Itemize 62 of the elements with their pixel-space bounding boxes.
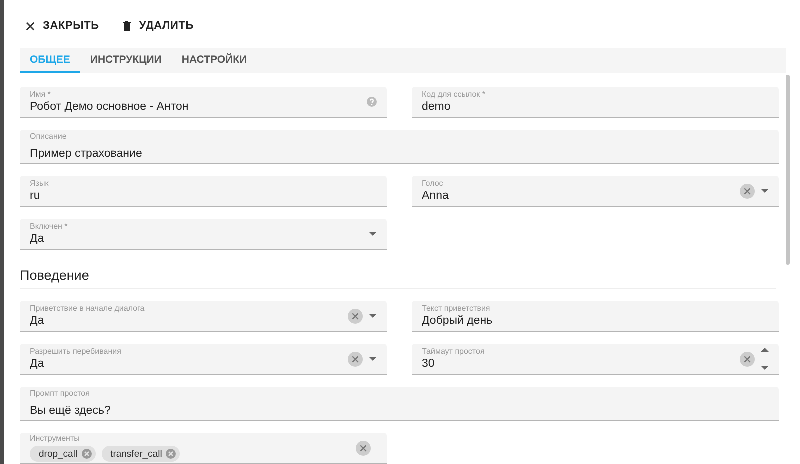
- field-value: Добрый день: [422, 314, 494, 328]
- field-value: Пример страхование: [30, 147, 144, 161]
- field-label: Инструменты: [30, 434, 81, 444]
- field-value: Да: [30, 314, 46, 328]
- tab[interactable]: ИНСТРУКЦИИ: [80, 48, 172, 73]
- field-label: Голос: [422, 179, 444, 189]
- input-field[interactable]: Описание Пример страхование: [20, 130, 779, 164]
- clear-button[interactable]: [356, 440, 371, 456]
- field-label: Приветствие в начале диалога: [30, 304, 146, 314]
- select-field[interactable]: Включен * Да: [20, 219, 387, 250]
- remove-icon[interactable]: [82, 449, 92, 459]
- clear-button[interactable]: [348, 308, 363, 324]
- section-heading: Поведение: [20, 268, 90, 283]
- select-field[interactable]: Голос Anna: [412, 176, 779, 207]
- field-label: Разрешить перебивания: [30, 347, 122, 357]
- field-value: Да: [30, 232, 46, 246]
- clear-button[interactable]: [740, 184, 755, 198]
- input-field[interactable]: Таймаут простоя 30: [412, 344, 779, 375]
- field-value: Робот Демо основное - Антон: [30, 100, 190, 114]
- clear-icon: [360, 444, 367, 452]
- select-field[interactable]: Разрешить перебивания Да: [20, 344, 387, 375]
- input-field[interactable]: Имя * Робот Демо основное - Антон: [20, 87, 387, 118]
- dropdown-caret-icon[interactable]: [369, 314, 377, 318]
- clear-icon: [352, 356, 359, 362]
- input-field[interactable]: Промпт простоя Вы ещё здесь?: [20, 387, 779, 421]
- select-field[interactable]: Приветствие в начале диалога Да: [20, 301, 387, 332]
- field-value: Да: [30, 357, 46, 371]
- input-field[interactable]: Язык ru: [20, 176, 387, 207]
- field-label: Таймаут простоя: [422, 347, 486, 357]
- spinner-icon[interactable]: [761, 348, 769, 370]
- close-icon: [26, 22, 35, 30]
- field-label: Промпт простоя: [30, 389, 91, 399]
- clear-button[interactable]: [740, 352, 755, 366]
- dropdown-caret-icon[interactable]: [369, 357, 377, 361]
- input-field[interactable]: Текст приветствия Добрый день: [412, 301, 779, 332]
- field-value: 30: [422, 357, 436, 371]
- field-label: Имя *: [30, 90, 52, 100]
- tag-chip[interactable]: transfer_call: [102, 446, 180, 462]
- clear-button[interactable]: [348, 352, 363, 366]
- dropdown-caret-icon[interactable]: [369, 232, 377, 236]
- tab[interactable]: НАСТРОЙКИ: [172, 48, 258, 73]
- clear-icon: [352, 312, 359, 320]
- field-value: ru: [30, 189, 42, 203]
- trash-icon: [123, 21, 132, 31]
- remove-icon[interactable]: [166, 449, 176, 459]
- field-label: Код для ссылок *: [422, 90, 487, 100]
- field-label: Текст приветствия: [422, 304, 492, 314]
- field-label: Включен *: [30, 222, 69, 232]
- dropdown-caret-icon[interactable]: [761, 189, 769, 193]
- field-value: demo: [422, 100, 452, 114]
- clear-icon: [744, 356, 751, 362]
- field-label: Описание: [30, 132, 68, 142]
- scrollbar-thumb[interactable]: [786, 75, 790, 265]
- close-button[interactable]: ЗАКРЫТЬ: [20, 16, 106, 36]
- input-field[interactable]: Инструменты drop_call transfer_call: [20, 433, 387, 464]
- field-value: Вы ещё здесь?: [30, 404, 112, 418]
- field-value: Anna: [422, 189, 450, 203]
- field-label: Язык: [30, 179, 50, 189]
- input-field[interactable]: Код для ссылок * demo: [412, 87, 779, 118]
- tag-chip[interactable]: drop_call: [30, 446, 96, 462]
- clear-icon: [744, 188, 751, 194]
- delete-button[interactable]: УДАЛИТЬ: [117, 16, 200, 36]
